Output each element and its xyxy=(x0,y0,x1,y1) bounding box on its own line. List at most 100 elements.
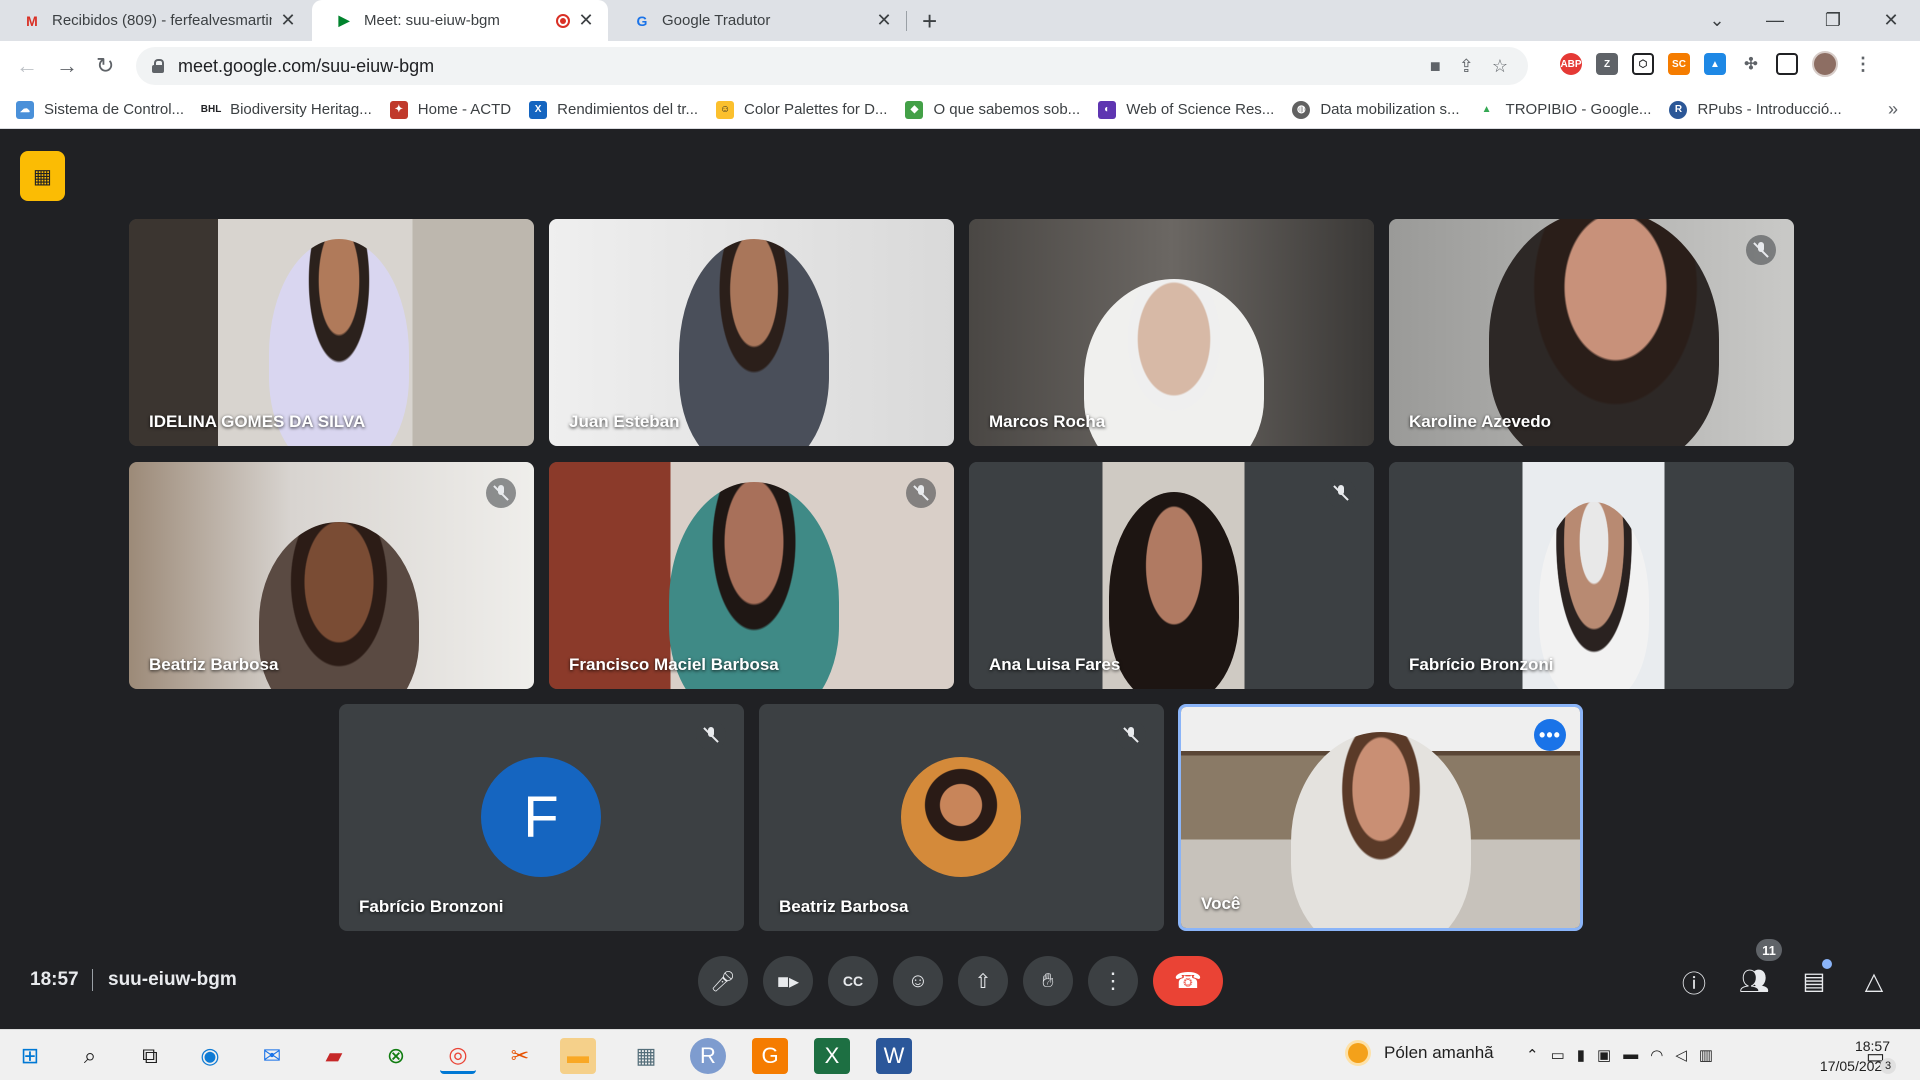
search-icon[interactable]: ⌕ xyxy=(72,1038,108,1074)
close-icon[interactable]: ✕ xyxy=(874,10,894,31)
url-text[interactable]: meet.google.com/suu-eiuw-bgm xyxy=(178,56,434,77)
wifi-icon[interactable]: ◠ xyxy=(1650,1046,1663,1064)
bookmark-item[interactable]: ✦ Home - ACTD xyxy=(389,100,511,119)
app-icon[interactable]: ▰ xyxy=(316,1038,352,1074)
camera-button[interactable]: ■▸ xyxy=(763,956,813,1006)
captions-button[interactable]: CC xyxy=(828,956,878,1006)
adblock-icon[interactable]: ABP xyxy=(1560,53,1582,75)
participant-tile[interactable]: Francisco Maciel Barbosa xyxy=(549,462,954,689)
participant-name: Fabrício Bronzoni xyxy=(359,897,504,916)
participant-tile[interactable]: Marcos Rocha xyxy=(969,219,1374,446)
camera-tray-icon[interactable]: ▭ xyxy=(1551,1046,1565,1064)
volume-icon[interactable]: ◁ xyxy=(1675,1046,1687,1064)
restore-icon[interactable]: ❐ xyxy=(1804,0,1862,41)
r-icon[interactable]: R xyxy=(690,1038,726,1074)
bookmark-item[interactable]: ◐ Web of Science Res... xyxy=(1098,100,1274,119)
excel-icon[interactable]: X xyxy=(814,1038,850,1074)
chevron-right-icon[interactable]: » xyxy=(1888,99,1898,120)
mic-button[interactable]: 🎤︎ xyxy=(698,956,748,1006)
calculator-icon[interactable]: ▦ xyxy=(628,1038,664,1074)
back-icon[interactable]: ← xyxy=(16,53,38,79)
participant-tile[interactable]: F Fabrício Bronzoni xyxy=(339,704,744,931)
cube-icon[interactable]: ⬡ xyxy=(1632,53,1654,75)
mail-icon[interactable]: ✉ xyxy=(254,1038,290,1074)
reload-icon[interactable]: ↻ xyxy=(96,53,114,79)
info-icon[interactable]: ⓘ xyxy=(1674,961,1714,1001)
task-view-icon[interactable]: ⧉ xyxy=(132,1038,168,1074)
raise-hand-button[interactable]: ✋︎ xyxy=(1023,956,1073,1006)
participant-tile[interactable]: Fabrício Bronzoni xyxy=(1389,462,1794,689)
profile-avatar[interactable] xyxy=(1812,51,1838,77)
mic-off-icon xyxy=(486,478,516,508)
tab-search-icon[interactable]: ⌄ xyxy=(1688,0,1746,41)
graduation-icon[interactable]: ▲ xyxy=(1704,53,1726,75)
weather-widget[interactable]: Pólen amanhã xyxy=(1348,1043,1494,1063)
participant-name: Fabrício Bronzoni xyxy=(1409,655,1554,674)
leave-call-button[interactable]: ☎ xyxy=(1153,956,1223,1006)
address-bar[interactable]: meet.google.com/suu-eiuw-bgm ■ ⇪ ☆ xyxy=(136,47,1528,85)
reactions-button[interactable]: ☺ xyxy=(893,956,943,1006)
people-icon[interactable]: 👥︎ xyxy=(1734,961,1774,1001)
bookmark-item[interactable]: ◆ O que sabemos sob... xyxy=(905,100,1080,119)
bookmark-item[interactable]: X Rendimientos del tr... xyxy=(529,100,698,119)
menu-icon[interactable]: ⋮ xyxy=(1852,53,1874,75)
lock-icon[interactable] xyxy=(152,59,164,73)
edge-icon[interactable]: ◉ xyxy=(192,1038,228,1074)
share-icon[interactable]: ⇪ xyxy=(1459,56,1474,77)
tab-translate[interactable]: G Google Tradutor ✕ xyxy=(610,0,906,41)
avatar: F xyxy=(481,757,601,877)
participant-figure xyxy=(1539,502,1649,689)
tab-meet[interactable]: ▶ Meet: suu-eiuw-bgm ✕ xyxy=(312,0,608,41)
zotero-icon[interactable]: Z xyxy=(1596,53,1618,75)
more-options-button[interactable]: ⋮ xyxy=(1088,956,1138,1006)
bookmark-label: Data mobilization s... xyxy=(1320,101,1460,118)
mic-off-icon xyxy=(1326,478,1356,508)
bookmark-item[interactable]: R RPubs - Introducció... xyxy=(1669,100,1842,119)
bookmark-item[interactable]: ☁ Sistema de Control... xyxy=(16,100,184,119)
app-tray-icon[interactable]: ▥ xyxy=(1699,1046,1713,1064)
emoji-icon: ☺ xyxy=(907,969,929,992)
snip-icon[interactable]: ✂ xyxy=(502,1038,538,1074)
chevron-up-icon[interactable]: ⌃ xyxy=(1526,1046,1539,1064)
captions-off-icon[interactable]: ▦ xyxy=(20,151,65,201)
participant-tile[interactable]: Beatriz Barbosa xyxy=(129,462,534,689)
minimize-icon[interactable]: — xyxy=(1746,0,1804,41)
close-window-icon[interactable]: ✕ xyxy=(1862,0,1920,41)
tab-gmail[interactable]: M Recibidos (809) - ferfealvesmartin ✕ xyxy=(0,0,310,41)
puzzle-icon[interactable]: ✣ xyxy=(1740,53,1762,75)
participant-name: Beatriz Barbosa xyxy=(149,655,279,674)
participant-tile[interactable]: IDELINA GOMES DA SILVA xyxy=(129,219,534,446)
bookmark-item[interactable]: ◍ Data mobilization s... xyxy=(1292,100,1460,119)
more-options-icon[interactable]: ••• xyxy=(1534,719,1566,751)
close-icon[interactable]: ✕ xyxy=(576,10,596,31)
bookmark-item[interactable]: BHL Biodiversity Heritag... xyxy=(201,100,372,119)
new-tab-icon[interactable]: + xyxy=(922,6,937,37)
pdf-icon[interactable]: G xyxy=(752,1038,788,1074)
present-icon: ⇧ xyxy=(974,970,992,993)
chrome-icon[interactable]: ◎ xyxy=(440,1038,476,1074)
translate-icon: G xyxy=(636,12,648,29)
participant-tile[interactable]: Ana Luisa Fares xyxy=(969,462,1374,689)
participant-tile[interactable]: Karoline Azevedo xyxy=(1389,219,1794,446)
camera-icon[interactable]: ■ xyxy=(1430,56,1441,77)
bookmark-star-icon[interactable]: ☆ xyxy=(1492,56,1508,77)
participant-tile[interactable]: Beatriz Barbosa xyxy=(759,704,1164,931)
word-icon[interactable]: W xyxy=(876,1038,912,1074)
sidepanel-icon[interactable] xyxy=(1776,53,1798,75)
participant-tile[interactable]: Juan Esteban xyxy=(549,219,954,446)
activities-icon[interactable]: △ xyxy=(1854,961,1894,1001)
self-tile[interactable]: Você ••• xyxy=(1178,704,1583,931)
xbox-icon[interactable]: ⊗ xyxy=(378,1038,414,1074)
battery-icon[interactable]: ▬ xyxy=(1623,1046,1638,1064)
bookmark-item[interactable]: ☺ Color Palettes for D... xyxy=(716,100,887,119)
display-icon[interactable]: ▣ xyxy=(1597,1046,1611,1064)
present-button[interactable]: ⇧ xyxy=(958,956,1008,1006)
sci-icon[interactable]: SC xyxy=(1668,53,1690,75)
windows-start-icon[interactable]: ⊞ xyxy=(12,1038,48,1074)
bookmark-item[interactable]: ▲ TROPIBIO - Google... xyxy=(1477,100,1651,119)
close-icon[interactable]: ✕ xyxy=(278,10,298,31)
file-explorer-icon[interactable]: ▬ xyxy=(560,1038,596,1074)
mic-tray-icon[interactable]: ▮ xyxy=(1577,1046,1585,1064)
forward-icon[interactable]: → xyxy=(56,53,78,79)
system-tray: ⌃ ▭ ▮ ▣ ▬ ◠ ◁ ▥ xyxy=(1526,1046,1713,1064)
